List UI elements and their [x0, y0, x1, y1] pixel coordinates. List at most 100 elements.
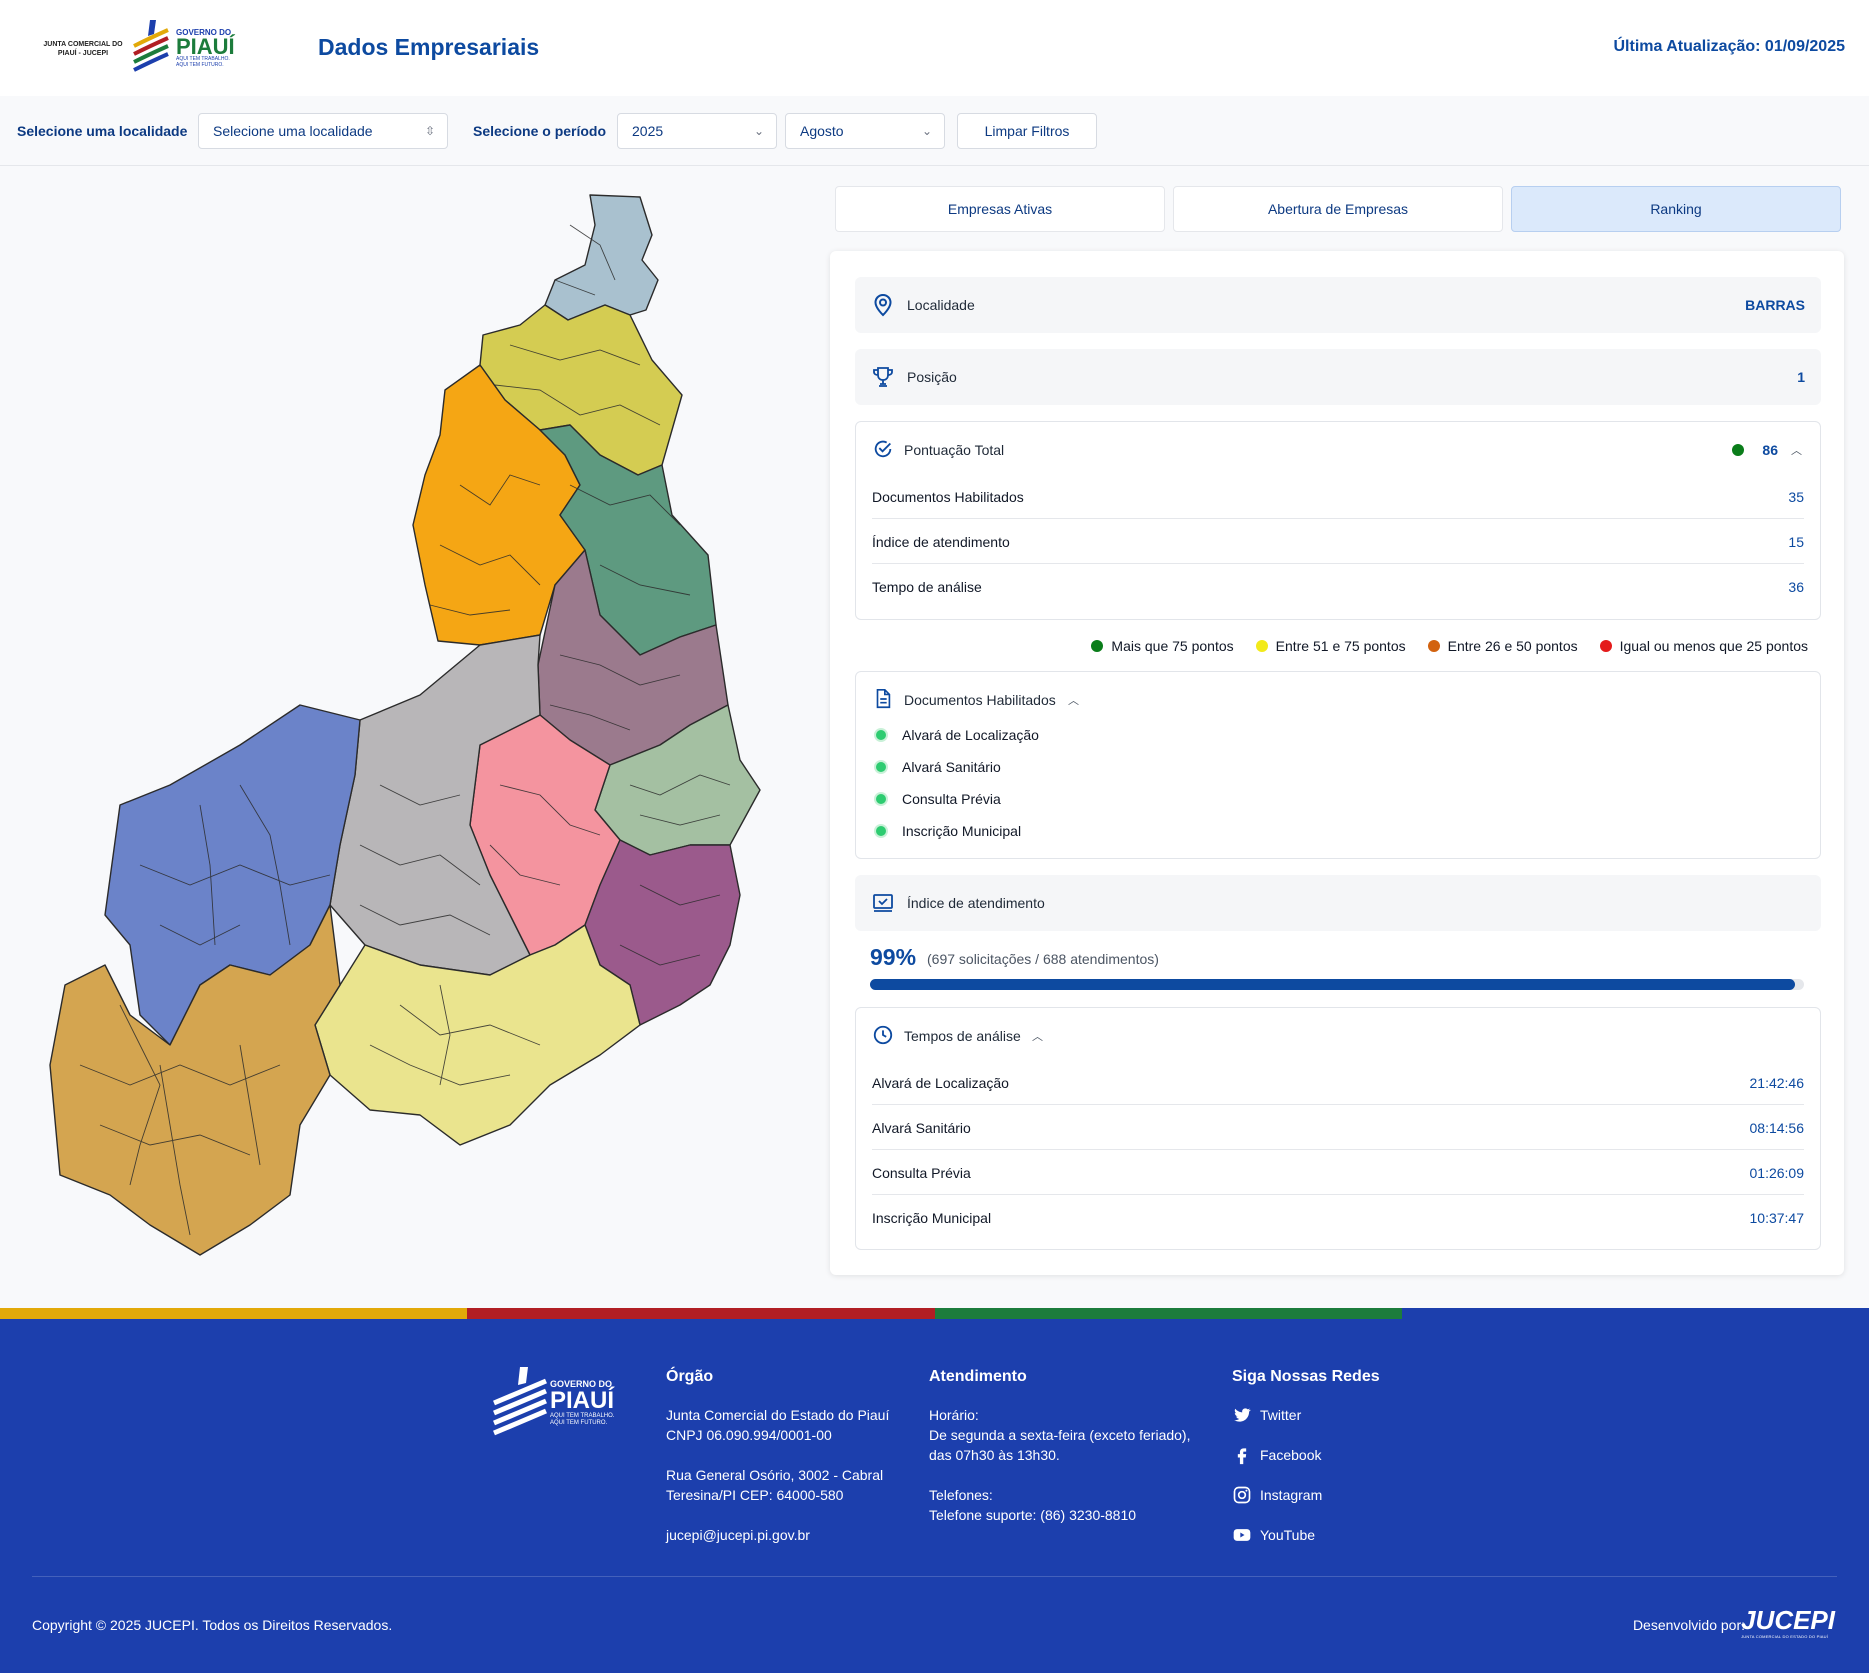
copyright: Copyright © 2025 JUCEPI. Todos os Direit… [32, 1617, 393, 1633]
analysis-time-label: Alvará Sanitário [872, 1120, 971, 1136]
map-pin-icon [874, 293, 892, 317]
analysis-time-value: 08:14:56 [1749, 1120, 1805, 1136]
chevron-up-icon[interactable]: ︿ [1068, 692, 1079, 708]
footer-social-title: Siga Nossas Redes [1232, 1368, 1380, 1385]
legend-label: Mais que 75 pontos [1111, 638, 1234, 654]
footer-org-title: Órgão [666, 1368, 714, 1385]
year-select-value: 2025 [632, 123, 664, 139]
social-link-instagram[interactable]: Instagram [1232, 1485, 1380, 1505]
legend-label: Igual ou menos que 25 pontos [1619, 638, 1808, 654]
twitter-icon [1234, 1408, 1251, 1422]
analysis-time-label: Inscrição Municipal [872, 1210, 992, 1226]
legend-label: Entre 26 e 50 pontos [1447, 638, 1578, 654]
score-row-label: Tempo de análise [872, 579, 982, 595]
analysis-times-title: Tempos de análise [904, 1028, 1021, 1044]
footer-logo[interactable]: GOVERNO DO PIAUÍ AQUI TEM TRABALHO. AQUI… [490, 1363, 630, 1443]
legend-label: Entre 51 e 75 pontos [1275, 638, 1406, 654]
footer-org-column: Órgão Junta Comercial do Estado do Piauí… [666, 1367, 889, 1545]
legend-item: Mais que 75 pontos [1091, 638, 1234, 654]
social-label: YouTube [1260, 1527, 1316, 1543]
social-label: Twitter [1260, 1407, 1302, 1423]
service-index-progress [870, 979, 1804, 990]
documents-card: Documentos Habilitados ︿ Alvará de Local… [855, 671, 1821, 859]
footer-stripe-red [467, 1308, 935, 1319]
tab-abertura-empresas[interactable]: Abertura de Empresas [1173, 186, 1503, 232]
jucepi-logo-text: JUNTA COMERCIAL DO PIAUÍ - JUCEPI [43, 41, 123, 57]
social-link-youtube[interactable]: YouTube [1232, 1525, 1380, 1545]
score-row-value: 36 [1788, 579, 1804, 595]
footer-org-email[interactable]: jucepi@jucepi.pi.gov.br [666, 1525, 889, 1545]
jucepi-dev-logo[interactable]: JUCEPI JUNTA COMERCIAL DO ESTADO DO PIAU… [1741, 1605, 1835, 1639]
location-select[interactable]: Selecione uma localidade ⇳ [198, 113, 448, 149]
analysis-time-row: Consulta Prévia 01:26:09 [872, 1150, 1804, 1195]
year-select[interactable]: 2025 ⌄ [617, 113, 777, 149]
locality-value: BARRAS [1745, 297, 1805, 313]
analysis-time-row: Alvará de Localização 21:42:46 [872, 1060, 1804, 1105]
developed-by-label: Desenvolvido por: [1632, 1617, 1745, 1633]
chevron-up-icon[interactable]: ︿ [1032, 1028, 1043, 1044]
score-row: Tempo de análise 36 [872, 564, 1804, 609]
clock-icon [873, 1025, 893, 1045]
last-update: Última Atualização: 01/09/2025 [1613, 38, 1845, 55]
tab-ranking[interactable]: Ranking [1511, 186, 1841, 232]
chevron-down-icon: ⌄ [921, 124, 932, 138]
footer-org-address2: Teresina/PI CEP: 64000-580 [666, 1487, 844, 1503]
month-select-value: Agosto [800, 123, 844, 139]
footer-org-cnpj: CNPJ 06.090.994/0001-00 [666, 1427, 832, 1443]
analysis-time-value: 10:37:47 [1749, 1210, 1805, 1226]
footer-logo-tag1: AQUI TEM TRABALHO. [550, 1413, 615, 1419]
map-region-1[interactable] [544, 194, 659, 321]
clear-filters-button[interactable]: Limpar Filtros [957, 113, 1097, 149]
social-label: Facebook [1260, 1447, 1322, 1463]
header-logo[interactable]: JUNTA COMERCIAL DO PIAUÍ - JUCEPI GOVERN… [42, 16, 238, 80]
document-item: Alvará Sanitário [874, 759, 1001, 775]
tab-empresas-ativas[interactable]: Empresas Ativas [835, 186, 1165, 232]
footer-hours-label: Horário: [929, 1407, 979, 1423]
footer-org-address1: Rua General Osório, 3002 - Cabral [666, 1467, 884, 1483]
jucepi-dev-logo-text: JUCEPI [1741, 1605, 1835, 1635]
footer-org-name: Junta Comercial do Estado do Piauí [666, 1407, 890, 1423]
locality-label: Localidade [907, 297, 975, 313]
social-label: Instagram [1260, 1487, 1323, 1503]
document-item: Alvará de Localização [874, 727, 1039, 743]
document-item-label: Consulta Prévia [902, 791, 1001, 807]
location-filter-label: Selecione uma localidade [17, 123, 188, 139]
filter-bar: Selecione uma localidade Selecione uma l… [0, 96, 1869, 166]
footer-stripe-blue [1402, 1308, 1869, 1319]
footer-stripe-green [935, 1308, 1402, 1319]
document-item-label: Inscrição Municipal [902, 823, 1022, 839]
analysis-time-label: Alvará de Localização [872, 1075, 1009, 1091]
position-value: 1 [1797, 369, 1805, 385]
service-index-progress-fill [870, 979, 1795, 990]
score-row-label: Documentos Habilitados [872, 489, 1024, 505]
score-row-label: Índice de atendimento [872, 534, 1010, 550]
status-dot-green [874, 792, 888, 806]
month-select[interactable]: Agosto ⌄ [785, 113, 945, 149]
social-link-twitter[interactable]: Twitter [1232, 1405, 1380, 1425]
footer-logo-big: PIAUÍ [550, 1387, 615, 1414]
footer-service-title: Atendimento [929, 1368, 1027, 1385]
documents-card-header[interactable]: Documentos Habilitados ︿ [872, 688, 1172, 712]
analysis-times-header[interactable]: Tempos de análise ︿ [872, 1024, 1172, 1048]
document-item-label: Alvará Sanitário [902, 759, 1001, 775]
piaui-map-svg[interactable] [40, 185, 800, 1275]
header: JUNTA COMERCIAL DO PIAUÍ - JUCEPI GOVERN… [0, 0, 1869, 96]
footer-divider [32, 1576, 1837, 1577]
analysis-time-value: 01:26:09 [1749, 1165, 1805, 1181]
analysis-time-row: Inscrição Municipal 10:37:47 [872, 1195, 1804, 1240]
chevron-up-icon[interactable]: ︿ [1791, 442, 1802, 458]
piaui-map[interactable] [40, 185, 800, 1275]
score-row-value: 15 [1788, 534, 1804, 550]
footer-stripe-yellow [0, 1308, 467, 1319]
footer-hours-1: De segunda a sexta-feira (exceto feriado… [929, 1427, 1191, 1443]
gov-logo-tagline-2: AQUI TEM FUTURO. [176, 62, 224, 68]
piaui-flag-icon [133, 20, 169, 72]
score-card-header[interactable]: Pontuação Total 86 ︿ [872, 438, 1804, 462]
legend-item: Igual ou menos que 25 pontos [1599, 638, 1808, 654]
score-row-value: 35 [1788, 489, 1804, 505]
footer-service-column: Atendimento Horário: De segunda a sexta-… [929, 1367, 1190, 1525]
analysis-times-card: Tempos de análise ︿ Alvará de Localizaçã… [855, 1007, 1821, 1250]
document-item: Consulta Prévia [874, 791, 1001, 807]
legend-dot-orange [1427, 640, 1440, 652]
social-link-facebook[interactable]: Facebook [1232, 1445, 1380, 1465]
